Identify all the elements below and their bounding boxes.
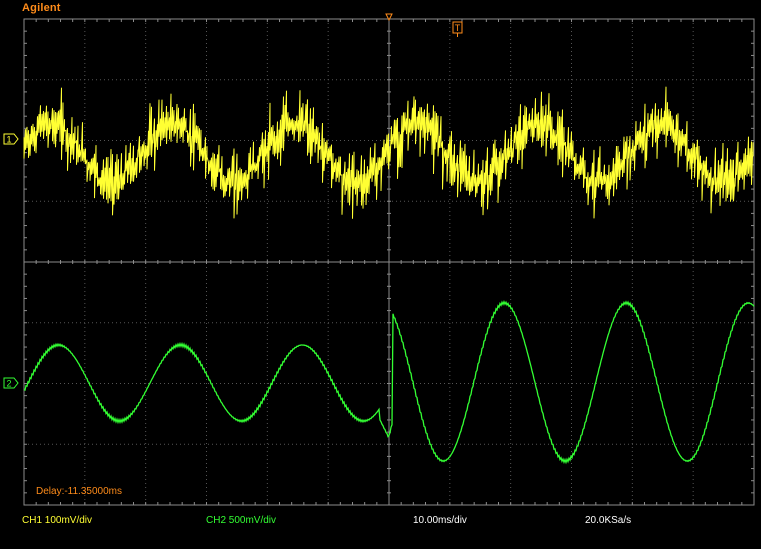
trigger-marker[interactable]: T: [452, 21, 463, 37]
waveform-display: T 1 2: [3, 13, 755, 506]
ch2-marker-label: 2: [6, 379, 11, 389]
sample-rate-readout: 20.0KSa/s: [585, 515, 632, 526]
ch2-scale-readout[interactable]: CH2 500mV/div: [206, 515, 276, 526]
delay-readout: Delay:-11.35000ms: [36, 486, 122, 497]
ch1-scale-readout[interactable]: CH1 100mV/div: [22, 515, 92, 526]
timebase-readout[interactable]: 10.00ms/div: [413, 515, 467, 526]
ch1-ground-marker[interactable]: 1: [3, 133, 19, 145]
trigger-label: T: [455, 23, 461, 33]
ch1-marker-label: 1: [6, 135, 11, 145]
ch2-ground-marker[interactable]: 2: [3, 377, 19, 389]
oscilloscope-screen: Agilent T 1 2 Delay:-11.35000ms CH1 100m…: [0, 0, 761, 549]
graticule: [23, 18, 755, 506]
